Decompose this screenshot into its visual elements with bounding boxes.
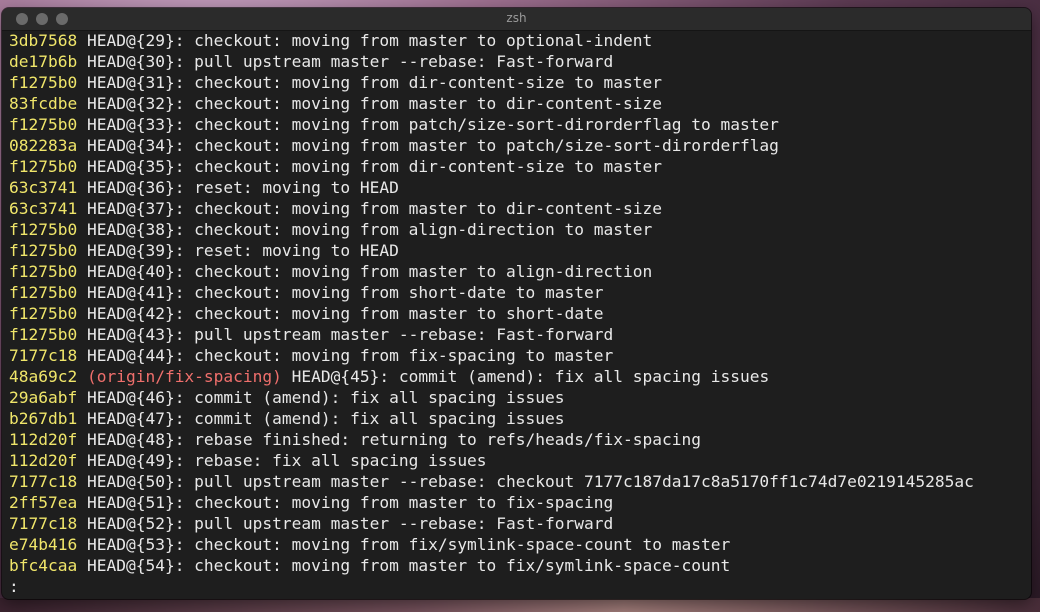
commit-hash: f1275b0 [9,157,78,176]
reflog-text: HEAD@{51}: checkout: moving from master … [77,493,614,512]
reflog-line: 2ff57ea HEAD@{51}: checkout: moving from… [9,492,1031,513]
reflog-text: HEAD@{32}: checkout: moving from master … [77,94,662,113]
reflog-line: bfc4caa HEAD@{54}: checkout: moving from… [9,555,1031,576]
commit-hash: 7177c18 [9,472,78,491]
reflog-text: HEAD@{45}: commit (amend): fix all spaci… [281,367,770,386]
reflog-line: f1275b0 HEAD@{38}: checkout: moving from… [9,219,1031,240]
reflog-line: f1275b0 HEAD@{43}: pull upstream master … [9,324,1031,345]
terminal-output[interactable]: 3db7568 HEAD@{29}: checkout: moving from… [2,30,1031,597]
reflog-text: HEAD@{46}: commit (amend): fix all spaci… [77,388,565,407]
reflog-text: HEAD@{41}: checkout: moving from short-d… [77,283,604,302]
commit-hash: f1275b0 [9,325,78,344]
reflog-text: HEAD@{42}: checkout: moving from master … [77,304,604,323]
commit-hash: f1275b0 [9,220,78,239]
reflog-line: f1275b0 HEAD@{40}: checkout: moving from… [9,261,1031,282]
reflog-text: HEAD@{36}: reset: moving to HEAD [77,178,399,197]
reflog-line: f1275b0 HEAD@{41}: checkout: moving from… [9,282,1031,303]
reflog-text: HEAD@{53}: checkout: moving from fix/sym… [77,535,731,554]
commit-hash: f1275b0 [9,241,78,260]
reflog-text: HEAD@{54}: checkout: moving from master … [77,556,731,575]
commit-hash: 83fcdbe [9,94,78,113]
reflog-text: HEAD@{33}: checkout: moving from patch/s… [77,115,779,134]
reflog-text: HEAD@{39}: reset: moving to HEAD [77,241,399,260]
reflog-line: 29a6abf HEAD@{46}: commit (amend): fix a… [9,387,1031,408]
commit-hash: b267db1 [9,409,78,428]
reflog-line: 48a69c2 (origin/fix-spacing) HEAD@{45}: … [9,366,1031,387]
commit-hash: e74b416 [9,535,78,554]
reflog-text: HEAD@{49}: rebase: fix all spacing issue… [77,451,487,470]
commit-hash: 082283a [9,136,78,155]
reflog-text: HEAD@{31}: checkout: moving from dir-con… [77,73,662,92]
commit-hash: 63c3741 [9,199,78,218]
reflog-line: 83fcdbe HEAD@{32}: checkout: moving from… [9,93,1031,114]
reflog-text: HEAD@{29}: checkout: moving from master … [77,31,653,50]
reflog-text: HEAD@{44}: checkout: moving from fix-spa… [77,346,614,365]
commit-hash: 7177c18 [9,346,78,365]
reflog-line: 7177c18 HEAD@{44}: checkout: moving from… [9,345,1031,366]
reflog-text: HEAD@{48}: rebase finished: returning to… [77,430,701,449]
reflog-text: HEAD@{50}: pull upstream master --rebase… [77,472,974,491]
commit-hash: f1275b0 [9,73,78,92]
reflog-line: e74b416 HEAD@{53}: checkout: moving from… [9,534,1031,555]
reflog-text: HEAD@{30}: pull upstream master --rebase… [77,52,614,71]
commit-hash: 112d20f [9,451,78,470]
reflog-text: HEAD@{34}: checkout: moving from master … [77,136,779,155]
commit-hash: 112d20f [9,430,78,449]
pager-prompt[interactable]: : [9,576,1031,597]
reflog-text: HEAD@{47}: commit (amend): fix all spaci… [77,409,565,428]
terminal-window[interactable]: zsh 3db7568 HEAD@{29}: checkout: moving … [2,8,1031,599]
reflog-line: f1275b0 HEAD@{31}: checkout: moving from… [9,72,1031,93]
reflog-line: 7177c18 HEAD@{52}: pull upstream master … [9,513,1031,534]
reflog-line: 112d20f HEAD@{48}: rebase finished: retu… [9,429,1031,450]
reflog-line: f1275b0 HEAD@{35}: checkout: moving from… [9,156,1031,177]
commit-hash: 7177c18 [9,514,78,533]
reflog-line: f1275b0 HEAD@{33}: checkout: moving from… [9,114,1031,135]
commit-hash: bfc4caa [9,556,78,575]
commit-hash: de17b6b [9,52,78,71]
commit-hash: 2ff57ea [9,493,78,512]
reflog-text: HEAD@{52}: pull upstream master --rebase… [77,514,614,533]
reflog-text: HEAD@{38}: checkout: moving from align-d… [77,220,653,239]
commit-hash: 3db7568 [9,31,78,50]
title-bar[interactable]: zsh [2,8,1031,31]
reflog-text: HEAD@{43}: pull upstream master --rebase… [77,325,614,344]
reflog-line: 7177c18 HEAD@{50}: pull upstream master … [9,471,1031,492]
window-title: zsh [506,11,527,25]
commit-hash: f1275b0 [9,115,78,134]
reflog-line: 63c3741 HEAD@{36}: reset: moving to HEAD [9,177,1031,198]
reflog-line: f1275b0 HEAD@{39}: reset: moving to HEAD [9,240,1031,261]
reflog-text: HEAD@{37}: checkout: moving from master … [77,199,662,218]
branch-ref: (origin/fix-spacing) [77,367,282,386]
commit-hash: 63c3741 [9,178,78,197]
commit-hash: f1275b0 [9,304,78,323]
reflog-text: HEAD@{35}: checkout: moving from dir-con… [77,157,662,176]
commit-hash: 48a69c2 [9,367,78,386]
commit-hash: f1275b0 [9,283,78,302]
commit-hash: 29a6abf [9,388,78,407]
reflog-line: 3db7568 HEAD@{29}: checkout: moving from… [9,30,1031,51]
commit-hash: f1275b0 [9,262,78,281]
desktop-wallpaper [0,598,1040,612]
reflog-text: HEAD@{40}: checkout: moving from master … [77,262,653,281]
reflog-line: 63c3741 HEAD@{37}: checkout: moving from… [9,198,1031,219]
reflog-line: b267db1 HEAD@{47}: commit (amend): fix a… [9,408,1031,429]
reflog-line: 112d20f HEAD@{49}: rebase: fix all spaci… [9,450,1031,471]
reflog-line: 082283a HEAD@{34}: checkout: moving from… [9,135,1031,156]
reflog-line: de17b6b HEAD@{30}: pull upstream master … [9,51,1031,72]
reflog-line: f1275b0 HEAD@{42}: checkout: moving from… [9,303,1031,324]
